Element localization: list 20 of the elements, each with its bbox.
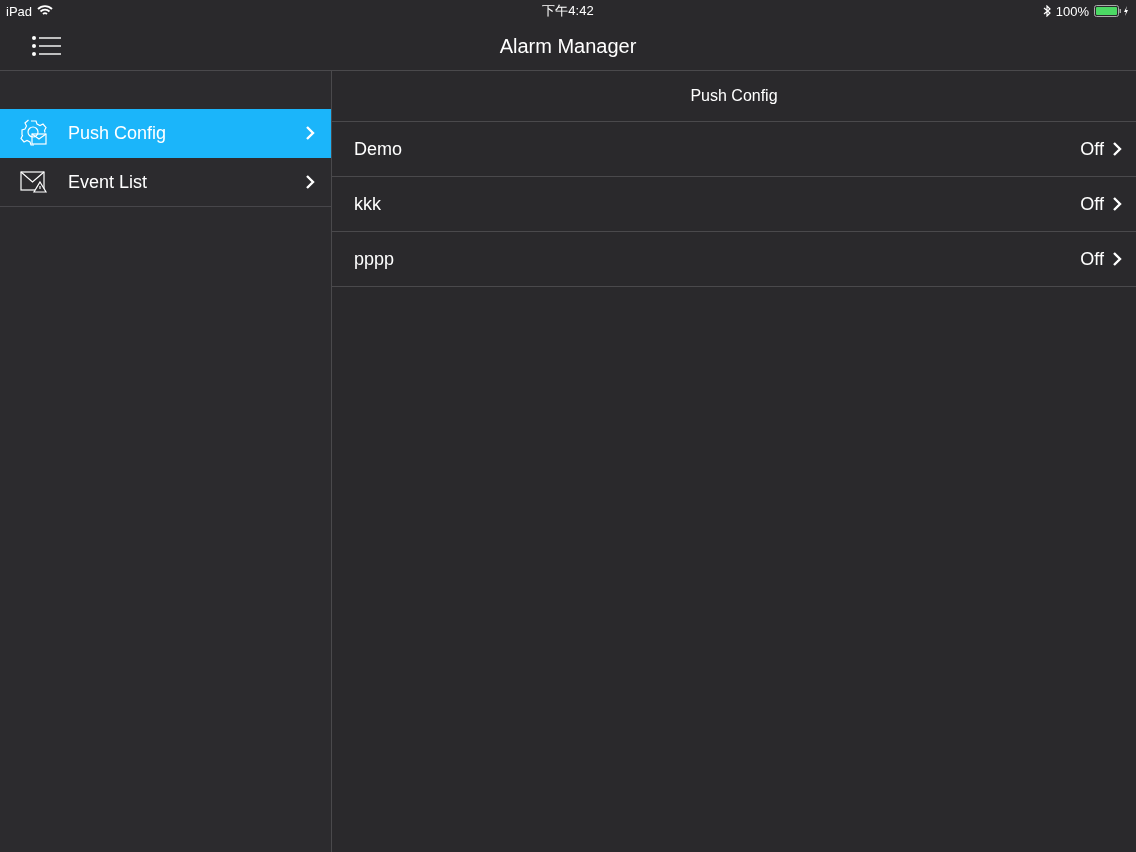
config-row[interactable]: pppp Off: [332, 232, 1136, 287]
device-name: iPad: [6, 3, 33, 19]
battery-charging-icon: [1094, 5, 1130, 17]
chevron-icon: [1112, 196, 1122, 212]
chevron-icon: [305, 125, 315, 141]
chevron-icon: [305, 174, 315, 190]
chevron-icon: [1112, 141, 1122, 157]
config-row[interactable]: kkk Off: [332, 177, 1136, 232]
sidebar-item[interactable]: Event List: [0, 158, 331, 207]
chevron-icon: [1112, 251, 1122, 267]
battery-percent: 100%: [1055, 3, 1089, 19]
mail-warning-icon: [20, 170, 48, 194]
nav-title: Alarm Manager: [499, 34, 637, 58]
menu-button[interactable]: [30, 34, 62, 58]
gear-mail-icon: [20, 119, 48, 147]
config-row[interactable]: Demo Off: [332, 122, 1136, 177]
wifi-icon: [37, 5, 54, 17]
status-time: 下午4:42: [542, 2, 594, 20]
bluetooth-icon: [1042, 5, 1051, 17]
section-header: Push Config: [332, 71, 1136, 122]
